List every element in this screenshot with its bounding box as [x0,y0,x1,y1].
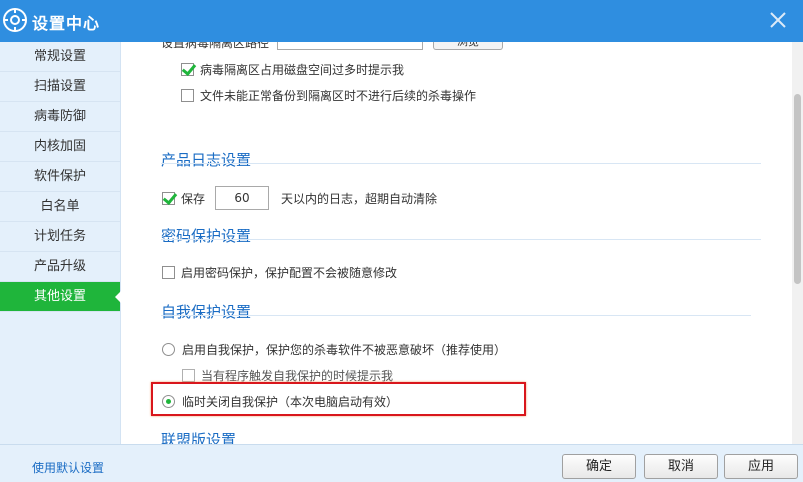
log-save-checkbox[interactable] [162,191,175,205]
title-bar: 设置中心 [0,0,803,42]
self-protect-section-title: 自我保护设置 [161,303,252,321]
use-default-settings-link[interactable]: 使用默认设置 [32,459,104,476]
password-divider [161,239,761,240]
password-enable-row[interactable]: 启用密码保护，保护配置不会被随意修改 [162,264,397,281]
log-save-label: 保存 [181,191,206,206]
space-warn-checkbox[interactable] [181,63,194,76]
sidebar-item-general[interactable]: 常规设置 [0,42,120,72]
quarantine-path-label: 设置病毒隔离区路径 [161,42,270,50]
self-protect-notify-checkbox[interactable] [182,369,195,382]
cancel-button[interactable]: 取消 [644,454,718,479]
quarantine-path-input[interactable] [277,42,423,50]
sidebar-item-schedule[interactable]: 计划任务 [0,222,120,252]
backup-fail-row[interactable]: 文件未能正常备份到隔离区时不进行后续的杀毒操作 [181,87,476,104]
sidebar-item-upgrade[interactable]: 产品升级 [0,252,120,282]
close-icon[interactable] [767,9,789,31]
log-divider [161,163,761,164]
backup-fail-checkbox[interactable] [181,89,194,102]
sidebar-item-scan[interactable]: 扫描设置 [0,72,120,102]
apply-button[interactable]: 应用 [724,454,798,479]
log-section-title: 产品日志设置 [161,151,252,169]
backup-fail-label: 文件未能正常备份到隔离区时不进行后续的杀毒操作 [200,89,477,103]
gear-logo-icon [3,8,27,32]
space-warn-label: 病毒隔离区占用磁盘空间过多时提示我 [200,63,405,77]
sidebar-nav: 常规设置 扫描设置 病毒防御 内核加固 软件保护 白名单 计划任务 产品升级 其… [0,42,121,444]
sidebar-item-kernel[interactable]: 内核加固 [0,132,120,162]
sidebar-item-whitelist[interactable]: 白名单 [0,192,120,222]
scrollbar-thumb[interactable] [794,94,801,284]
ok-button[interactable]: 确定 [562,454,636,479]
settings-content: 设置病毒隔离区路径 浏览 病毒隔离区占用磁盘空间过多时提示我 文件未能正常备份到… [121,42,803,444]
self-protect-enable-row[interactable]: 启用自我保护，保护您的杀毒软件不被恶意破坏（推荐使用） [162,341,506,358]
sidebar-item-virus-defense[interactable]: 病毒防御 [0,102,120,132]
footer-bar: 使用默认设置 确定 取消 应用 [0,444,803,482]
log-days-suffix: 天以内的日志，超期自动清除 [281,191,438,206]
log-save-row: 保存 60 天以内的日志，超期自动清除 [162,186,437,210]
password-enable-label: 启用密码保护，保护配置不会被随意修改 [181,266,398,280]
self-protect-enable-radio[interactable] [162,343,175,356]
highlight-box [151,382,526,416]
sidebar-item-software-protect[interactable]: 软件保护 [0,162,120,192]
password-section-title: 密码保护设置 [161,227,252,245]
self-protect-divider [161,315,751,316]
space-warn-row[interactable]: 病毒隔离区占用磁盘空间过多时提示我 [181,61,404,78]
window-title: 设置中心 [32,14,101,33]
log-days-input[interactable]: 60 [215,186,270,210]
browse-button[interactable]: 浏览 [433,42,503,50]
sidebar-item-other[interactable]: 其他设置 [0,282,121,312]
union-section-title: 联盟版设置 [161,431,237,444]
self-protect-enable-label: 启用自我保护，保护您的杀毒软件不被恶意破坏（推荐使用） [182,343,507,357]
content-scrollbar[interactable] [792,42,803,444]
password-enable-checkbox[interactable] [162,266,175,279]
